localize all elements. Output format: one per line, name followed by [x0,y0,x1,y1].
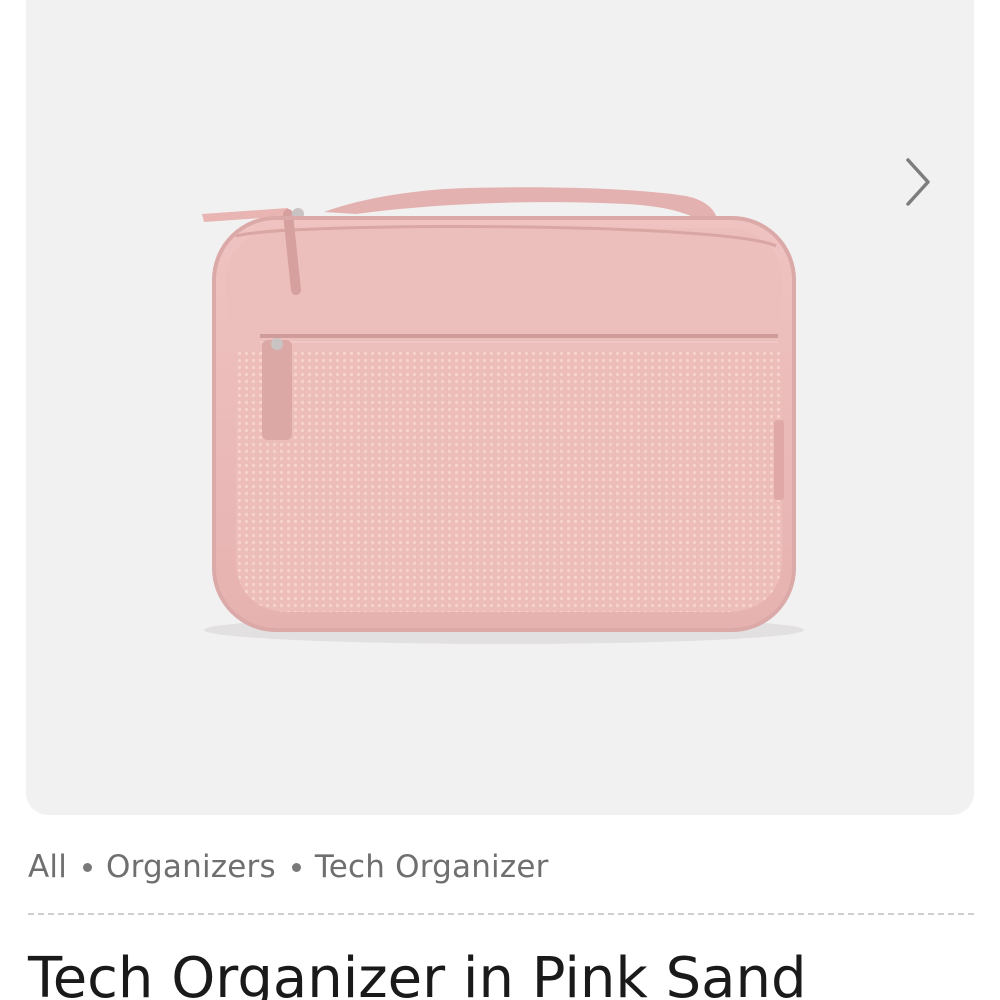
breadcrumb-item-all[interactable]: All [28,849,67,885]
breadcrumb-item-tech-organizer[interactable]: Tech Organizer [315,849,549,885]
product-page: All Organizers Tech Organizer Tech Organ… [0,0,1000,1000]
dot-icon [83,862,93,872]
breadcrumb: All Organizers Tech Organizer [28,842,549,892]
breadcrumb-item-organizers[interactable]: Organizers [106,849,276,885]
dot-icon [291,862,301,872]
product-image-gallery[interactable] [26,0,974,815]
product-image [202,187,804,644]
chevron-right-icon[interactable] [894,150,946,214]
divider [28,913,974,915]
product-title: Tech Organizer in Pink Sand [28,946,807,1000]
